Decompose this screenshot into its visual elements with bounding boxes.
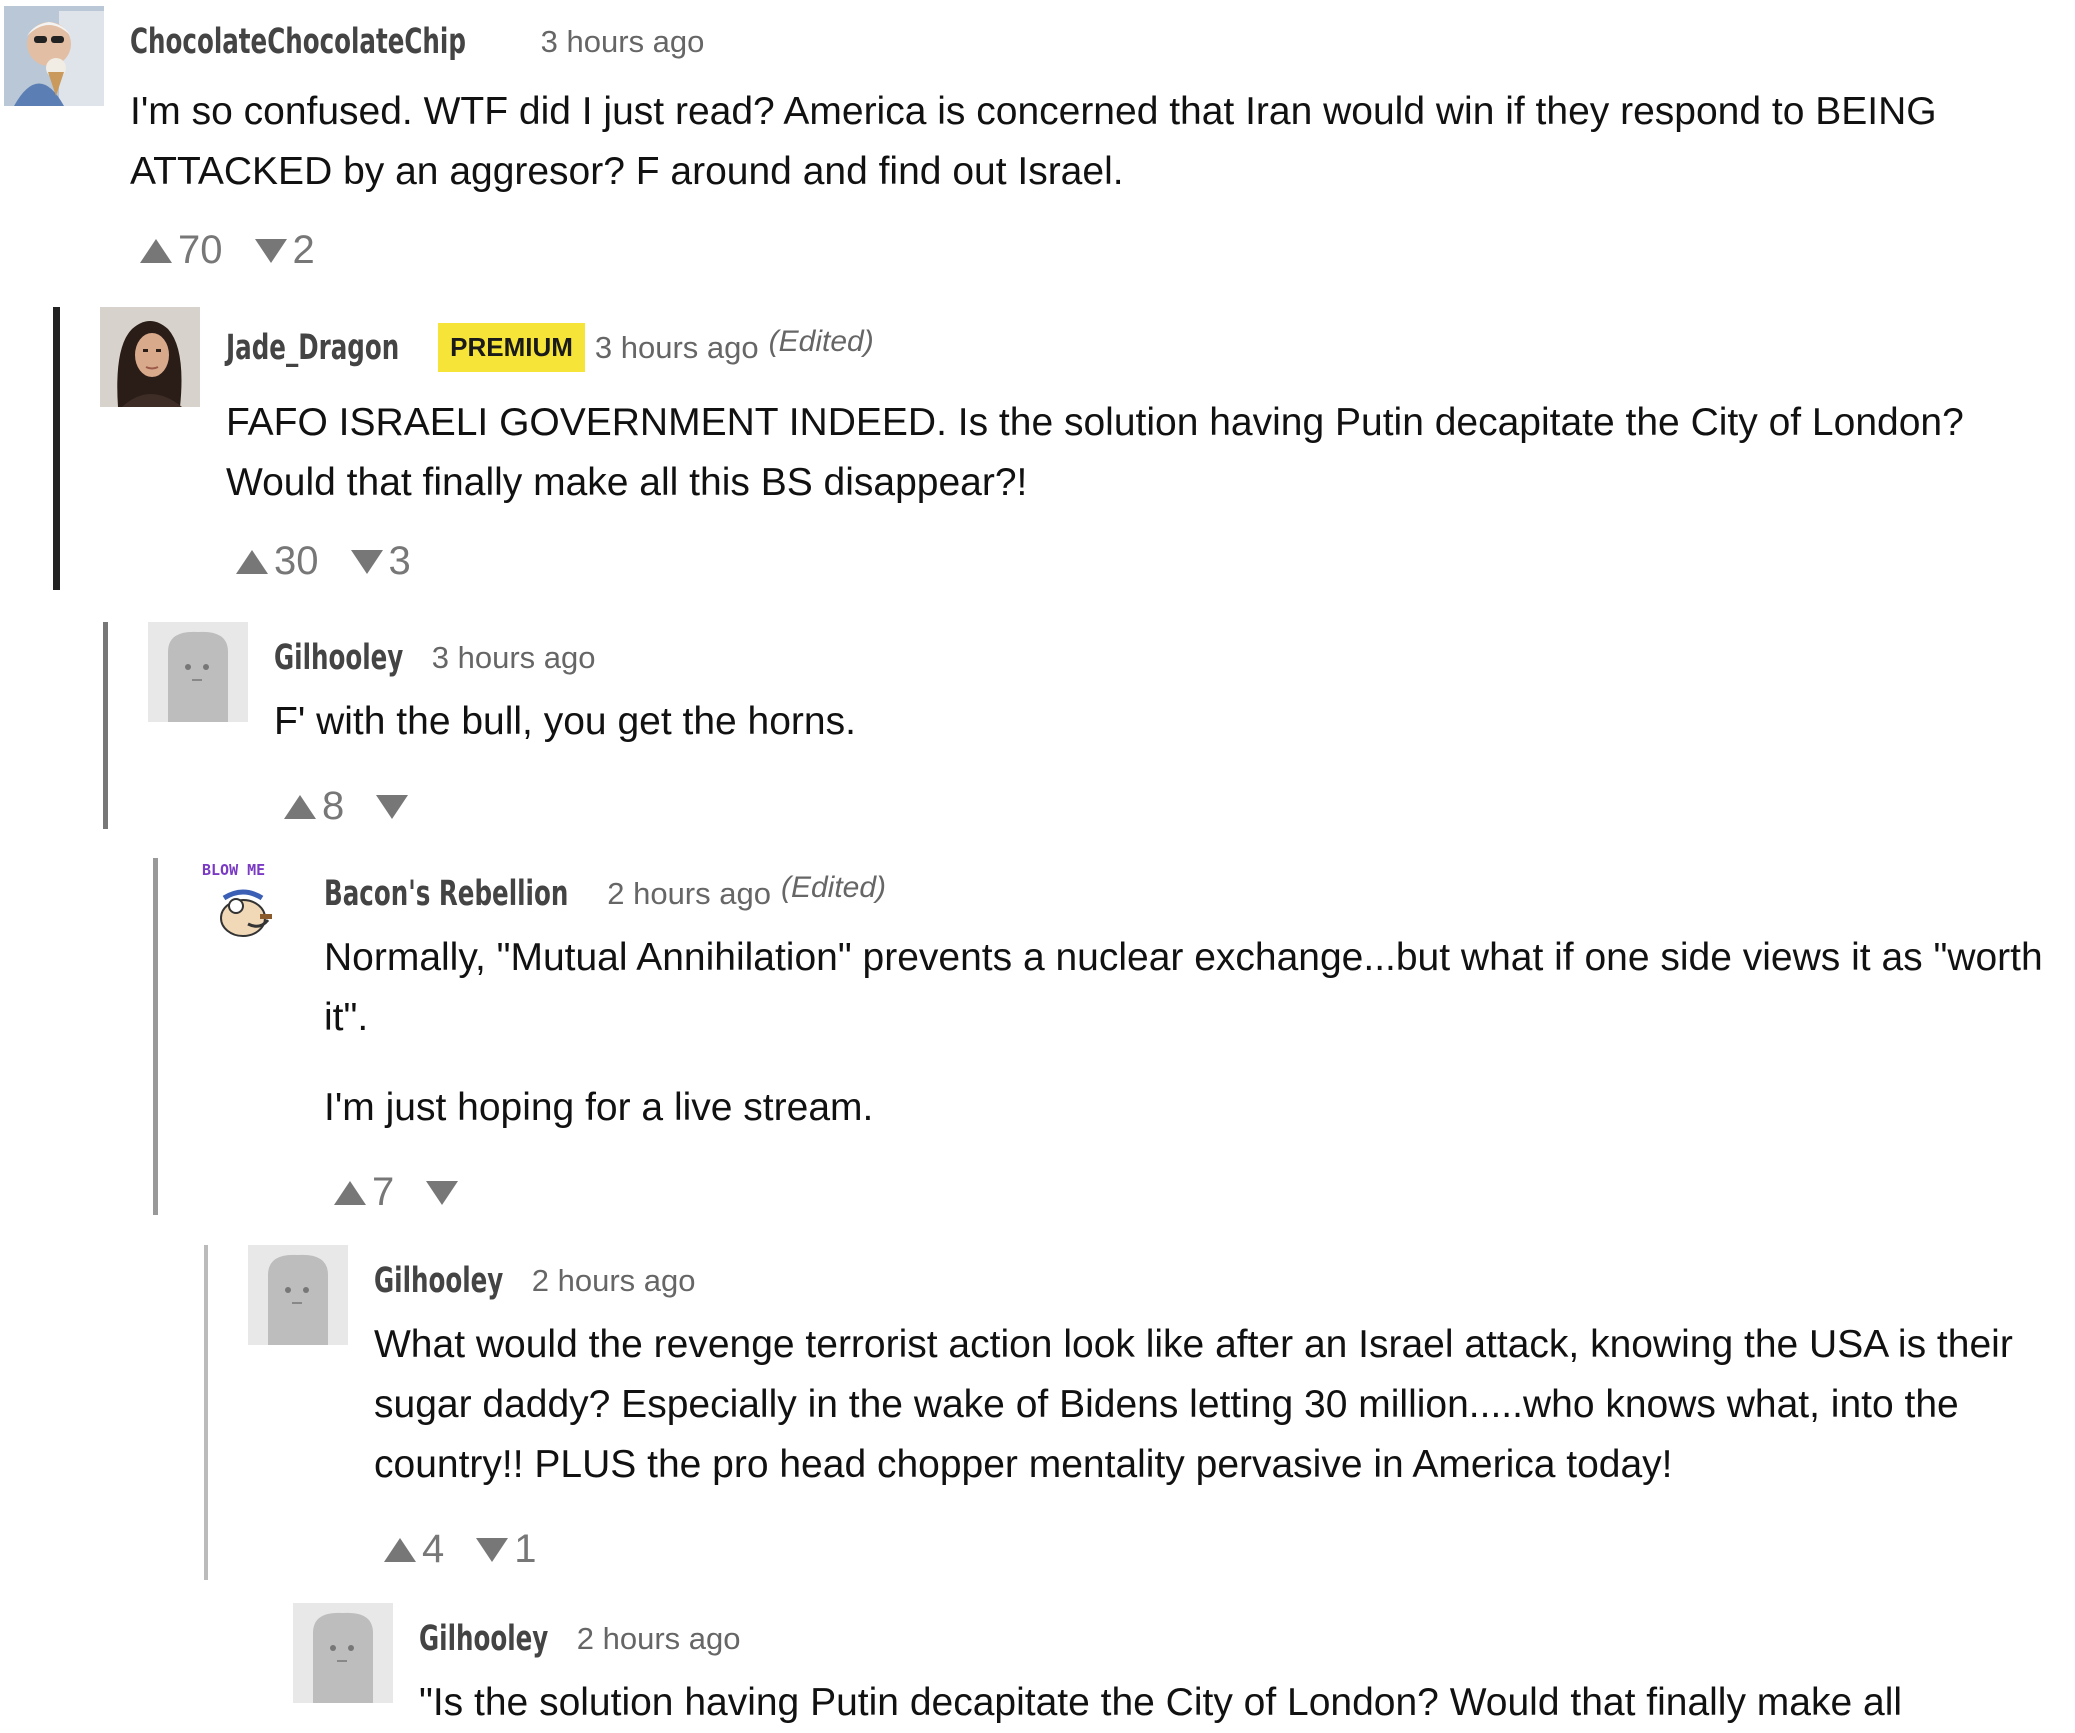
vote-bar: 70 2: [140, 228, 347, 273]
username[interactable]: Jade_Dragon: [226, 328, 399, 368]
upvote-icon: [140, 238, 172, 263]
downvote-count: 2: [292, 228, 315, 272]
upvote-count: 4: [422, 1527, 445, 1571]
comment: Gilhooley 3 hours ago F' with the bull, …: [148, 622, 2048, 832]
downvote-icon: [476, 1537, 509, 1562]
comment: Jade_Dragon PREMIUM 3 hours ago (Edited)…: [100, 307, 2060, 587]
thread-rail: [53, 307, 60, 590]
comment-text: What would the revenge terrorist action …: [374, 1323, 2013, 1486]
comment-body: What would the revenge terrorist action …: [374, 1315, 2054, 1495]
premium-badge: PREMIUM: [438, 323, 585, 372]
timestamp[interactable]: 3 hours ago: [432, 640, 596, 676]
timestamp[interactable]: 2 hours ago: [607, 876, 771, 912]
comment: Gilhooley 2 hours ago What would the rev…: [248, 1245, 2058, 1575]
vote-bar: 7: [334, 1170, 496, 1215]
comment: Gilhooley 2 hours ago "Is the solution h…: [293, 1603, 2063, 1724]
avatar[interactable]: [248, 1245, 348, 1345]
username[interactable]: Gilhooley: [374, 1261, 503, 1301]
avatar[interactable]: BLOW ME: [198, 858, 298, 958]
downvote-button[interactable]: 2: [254, 228, 315, 273]
comment: ChocolateChocolateChip 3 hours ago I'm s…: [4, 6, 2064, 286]
upvote-count: 70: [178, 228, 223, 272]
comment-body: "Is the solution having Putin decapitate…: [419, 1673, 2059, 1733]
upvote-button[interactable]: 7: [334, 1170, 394, 1215]
comment-text: I'm so confused. WTF did I just read? Am…: [130, 90, 1937, 193]
downvote-count: 3: [388, 539, 411, 583]
edited-label: (Edited): [768, 324, 874, 358]
upvote-icon: [236, 549, 268, 574]
comment-text: I'm just hoping for a live stream.: [324, 1086, 874, 1129]
comment-body: FAFO ISRAELI GOVERNMENT INDEED. Is the s…: [226, 393, 2046, 513]
username[interactable]: ChocolateChocolateChip: [130, 22, 466, 62]
avatar[interactable]: [293, 1603, 393, 1703]
avatar[interactable]: [4, 6, 104, 106]
vote-bar: 4 1: [384, 1527, 569, 1572]
downvote-icon: [426, 1180, 459, 1205]
comment-body: I'm so confused. WTF did I just read? Am…: [130, 82, 2050, 202]
timestamp[interactable]: 3 hours ago: [541, 24, 705, 60]
upvote-count: 8: [322, 784, 345, 828]
avatar[interactable]: [100, 307, 200, 407]
thread-rail: [103, 622, 108, 829]
edited-label: (Edited): [780, 871, 887, 904]
vote-bar: 8: [284, 784, 446, 829]
comment-body: Normally, "Mutual Annihilation" prevents…: [324, 928, 2044, 1138]
downvote-button[interactable]: 3: [350, 539, 411, 584]
upvote-button[interactable]: 8: [284, 784, 344, 829]
downvote-button[interactable]: [426, 1180, 464, 1205]
comment-text: Normally, "Mutual Annihilation" prevents…: [324, 936, 2043, 1039]
comment-text: FAFO ISRAELI GOVERNMENT INDEED. Is the s…: [226, 401, 1964, 504]
thread-rail: [153, 858, 158, 1215]
downvote-icon: [350, 549, 383, 574]
downvote-icon: [376, 794, 409, 819]
comment: BLOW ME Bacon's Rebellion 2 hours ago (E…: [198, 858, 2058, 1218]
upvote-icon: [284, 794, 316, 819]
upvote-count: 7: [372, 1170, 395, 1214]
avatar-text: BLOW ME: [202, 861, 265, 879]
username[interactable]: Gilhooley: [419, 1619, 548, 1659]
username[interactable]: Bacon's Rebellion: [324, 874, 568, 914]
comment-text: F' with the bull, you get the horns.: [274, 700, 856, 743]
upvote-count: 30: [274, 539, 319, 583]
downvote-count: 1: [514, 1527, 537, 1571]
downvote-button[interactable]: 1: [476, 1527, 537, 1572]
vote-bar: 30 3: [236, 539, 443, 584]
timestamp[interactable]: 2 hours ago: [577, 1621, 741, 1657]
downvote-icon: [254, 238, 287, 263]
comment-text: "Is the solution having Putin decapitate…: [419, 1681, 1903, 1724]
timestamp[interactable]: 3 hours ago: [595, 330, 759, 366]
timestamp[interactable]: 2 hours ago: [532, 1263, 696, 1299]
username[interactable]: Gilhooley: [274, 638, 403, 678]
upvote-icon: [384, 1537, 416, 1562]
upvote-button[interactable]: 4: [384, 1527, 444, 1572]
upvote-button[interactable]: 70: [140, 228, 223, 273]
upvote-icon: [334, 1180, 366, 1205]
thread-rail: [204, 1245, 208, 1580]
downvote-button[interactable]: [376, 794, 414, 819]
comment-body: F' with the bull, you get the horns.: [274, 692, 2034, 752]
upvote-button[interactable]: 30: [236, 539, 319, 584]
avatar[interactable]: [148, 622, 248, 722]
